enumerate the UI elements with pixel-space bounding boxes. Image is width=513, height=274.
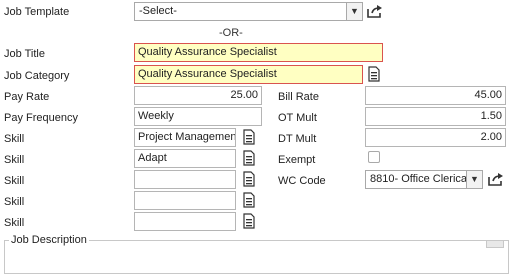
exempt-checkbox[interactable] [368,151,380,163]
skill-label: Skill [4,217,25,229]
job-category-input[interactable]: Quality Assurance Specialist [134,65,363,84]
bill-rate-label: Bill Rate [278,91,319,103]
wc-code-value: 8810- Office Clerical [370,173,470,185]
job-description-section: Job Description [4,234,509,274]
skill-input[interactable]: Adapt [134,149,236,168]
job-template-select[interactable]: -Select- ▼ [134,2,363,21]
or-separator: -OR- [219,27,243,39]
skill-label: Skill [4,196,25,208]
pay-rate-label: Pay Rate [4,91,50,103]
resize-handle[interactable] [486,240,504,248]
job-template-value: -Select- [139,5,177,17]
document-icon[interactable] [242,150,256,166]
wc-code-label: WC Code [278,175,326,187]
skill-label: Skill [4,175,25,187]
skill-input[interactable] [134,191,236,210]
skill-label: Skill [4,154,25,166]
ot-mult-label: OT Mult [278,112,317,124]
exempt-label: Exempt [278,154,316,166]
skill-label: Skill [4,133,25,145]
job-description-label: Job Description [11,234,87,246]
skill-input[interactable] [134,212,236,231]
pay-frequency-input[interactable]: Weekly [134,107,262,126]
document-icon[interactable] [367,66,381,82]
job-category-label: Job Category [4,70,70,82]
share-arrow-icon[interactable] [366,3,384,19]
bill-rate-input[interactable]: 45.00 [365,86,506,105]
chevron-down-icon[interactable]: ▼ [466,171,482,188]
document-icon[interactable] [242,129,256,145]
job-template-label: Job Template [4,6,70,18]
wc-code-select[interactable]: 8810- Office Clerical ▼ [365,170,483,189]
skill-input[interactable] [134,170,236,189]
ot-mult-input[interactable]: 1.50 [365,107,506,126]
share-arrow-icon[interactable] [487,171,505,187]
dt-mult-label: DT Mult [278,133,317,145]
pay-rate-input[interactable]: 25.00 [134,86,262,105]
document-icon[interactable] [242,213,256,229]
dt-mult-input[interactable]: 2.00 [365,128,506,147]
document-icon[interactable] [242,192,256,208]
job-title-input[interactable]: Quality Assurance Specialist [134,43,383,62]
job-title-label: Job Title [4,48,45,60]
skill-input[interactable]: Project Management [134,128,236,147]
document-icon[interactable] [242,171,256,187]
chevron-down-icon[interactable]: ▼ [346,3,362,20]
pay-frequency-label: Pay Frequency [4,112,78,124]
